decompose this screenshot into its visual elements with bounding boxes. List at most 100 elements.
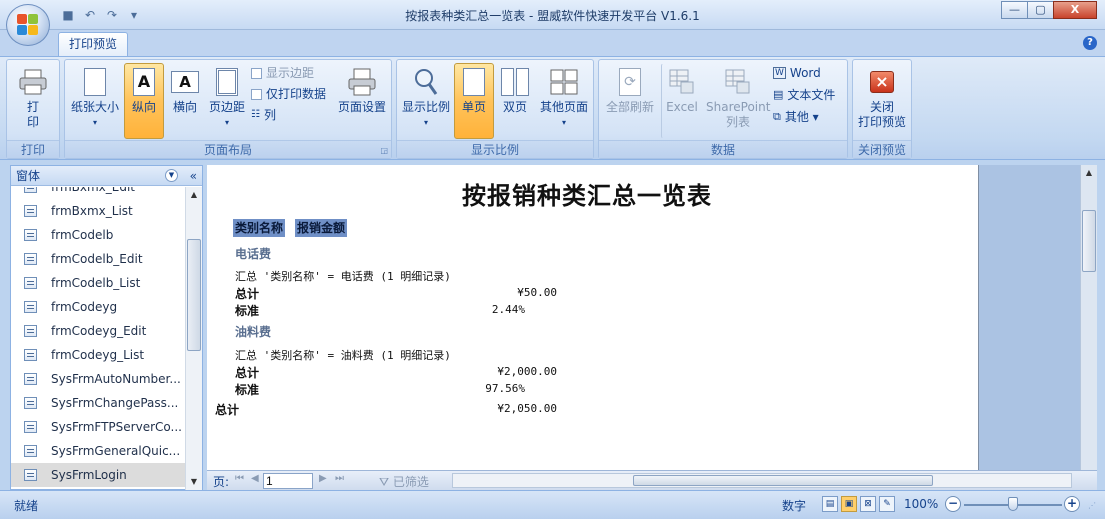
form-icon [24,421,37,433]
help-icon[interactable]: ? [1083,36,1097,50]
nav-item[interactable]: SysFrmFTPServerCo... [11,415,185,439]
one-page-button[interactable]: 单页 [454,63,494,139]
window-controls: — ▢ X [1001,1,1097,19]
horizontal-scroll-thumb[interactable] [633,475,933,486]
show-margins-checkbox[interactable]: 显示边距 [251,64,314,82]
nav-item[interactable]: frmCodelb_Edit [11,247,185,271]
ribbon: 打 印 打印 纸张大小 ▾ A 纵向 A 横向 页边距 ▾ 显示边距 仅打印数据 [0,56,1105,160]
nav-item-label: frmBxmx_Edit [51,187,135,194]
group-std-label: 标准 [235,383,260,397]
export-other-button[interactable]: ⧉ 其他 ▾ [773,108,819,126]
magnifier-icon [412,68,440,96]
refresh-all-button[interactable]: ⟳ 全部刷新 [602,63,658,139]
preview-vertical-scrollbar[interactable]: ▲ [1080,165,1097,470]
group-print: 打 印 打印 [6,59,60,159]
zoom-level: 100% [904,497,939,511]
prev-page-icon[interactable]: ◀ [251,473,259,484]
page-label: 页: [213,475,230,489]
export-sharepoint-button[interactable]: SharePoint 列表 [705,63,771,139]
export-excel-button[interactable]: Excel [661,63,703,139]
report-view-icon[interactable]: ▤ [822,496,838,512]
nav-item-label: frmCodeyg_List [51,348,145,362]
collapse-pane-icon[interactable]: « [190,166,197,186]
nav-item[interactable]: SysFrmAutoNumber... [11,367,185,391]
nav-scrollbar[interactable]: ▲ ▼ [185,187,202,490]
zoom-slider-thumb[interactable] [1008,497,1018,511]
columns-button[interactable]: ☷ 列 [251,106,276,124]
columns-icon: ☷ [251,109,260,120]
nav-item[interactable]: frmCodelb_List [11,271,185,295]
nav-item[interactable]: frmCodeyg [11,295,185,319]
nav-item-label: frmCodelb_Edit [51,252,143,266]
zoom-in-icon[interactable]: + [1064,496,1080,512]
print-button[interactable]: 打 印 [10,63,56,139]
scroll-up-icon[interactable]: ▲ [186,187,202,203]
page-setup-button[interactable]: 页面设置 [335,63,389,139]
more-pages-button[interactable]: 其他页面 ▾ [536,63,592,139]
tab-print-preview[interactable]: 打印预览 [58,32,129,56]
nav-pane-header[interactable]: 窗体 ▼ « [11,166,202,186]
zoom-button[interactable]: 显示比例 ▾ [400,63,452,139]
design-view-icon[interactable]: ✎ [879,496,895,512]
page-number-input[interactable] [263,473,313,489]
group-close-preview: × 关闭 打印预览 关闭预览 [852,59,912,159]
print-data-only-checkbox[interactable]: 仅打印数据 [251,85,326,103]
status-ready: 就绪 [14,499,39,513]
report-preview-area: 按报销种类汇总一览表 类别名称 报销金额 电话费 汇总 '类别名称' = 电话费… [207,165,1097,470]
last-page-icon[interactable]: ⏭ [335,473,344,484]
scroll-down-icon[interactable]: ▼ [186,474,202,490]
nav-item[interactable]: frmCodeyg_Edit [11,319,185,343]
close-print-preview-button[interactable]: × 关闭 打印预览 [855,63,909,139]
printer-icon [19,68,47,96]
first-page-icon[interactable]: ⏮ [235,473,244,484]
export-word-button[interactable]: W Word [773,64,821,82]
nav-item-label: frmBxmx_List [51,204,133,218]
page-setup-icon [348,68,376,96]
view-switcher: ▤ ▣ ⊠ ✎ [822,496,895,512]
export-text-file-button[interactable]: ▤ 文本文件 [773,86,835,104]
close-window-button[interactable]: X [1053,1,1097,19]
nav-item[interactable]: frmCodelb [11,223,185,247]
nav-item[interactable]: SysFrmChangePass... [11,391,185,415]
dialog-launcher-icon[interactable]: ◲ [380,146,388,155]
nav-object-list: frmBxmx_Edit frmBxmx_List frmCodelb frmCode… [11,187,185,490]
portrait-button[interactable]: A 纵向 [124,63,164,139]
form-icon [24,445,37,457]
margins-button[interactable]: 页边距 ▾ [205,63,249,139]
resize-grip-icon[interactable]: ⋰ [1088,501,1096,510]
nav-item[interactable]: SysFrmLogin [11,463,185,487]
zoom-out-icon[interactable]: − [945,496,961,512]
preview-scroll-thumb[interactable] [1082,210,1096,272]
group-summary: 汇总 '类别名称' = 电话费 (1 明细记录) [235,270,451,283]
numlock-indicator: 数字 [782,499,807,513]
form-icon [24,229,37,241]
landscape-button[interactable]: A 横向 [167,63,203,139]
nav-item[interactable]: frmBxmx_List [11,199,185,223]
word-icon: W [773,67,786,79]
status-bar: 就绪 数字 ▤ ▣ ⊠ ✎ 100% − + ⋰ [0,490,1105,519]
navigation-pane: 窗体 ▼ « frmBxmx_Edit frmBxmx_List frmCodelb… [10,165,203,490]
layout-view-icon[interactable]: ⊠ [860,496,876,512]
group-std-label: 标准 [235,304,260,318]
minimize-button[interactable]: — [1001,1,1028,19]
filter-icon: ⛛ [379,475,390,489]
nav-item[interactable]: SysFrmGeneralQuic... [11,439,185,463]
maximize-button[interactable]: ▢ [1027,1,1054,19]
two-pages-button[interactable]: 双页 [497,63,533,139]
nav-item[interactable]: frmCodeyg_List [11,343,185,367]
form-icon [24,187,37,193]
nav-item[interactable]: frmBxmx_Edit [11,187,185,199]
print-preview-view-icon[interactable]: ▣ [841,496,857,512]
nav-dropdown-icon[interactable]: ▼ [165,169,178,182]
preview-horizontal-scrollbar[interactable] [452,473,1072,488]
group-zoom: 显示比例 ▾ 单页 双页 其他页面 ▾ 显示比例 [396,59,594,159]
scroll-up-icon[interactable]: ▲ [1081,165,1097,181]
nav-scroll-thumb[interactable] [187,239,201,351]
filter-indicator[interactable]: ⛛ 已筛选 [379,473,429,490]
paper-size-button[interactable]: 纸张大小 ▾ [68,63,122,139]
office-button[interactable] [6,4,50,46]
group-name: 油料费 [235,325,272,339]
form-icon [24,301,37,313]
group-zoom-label: 显示比例 [397,140,593,158]
next-page-icon[interactable]: ▶ [319,473,327,484]
